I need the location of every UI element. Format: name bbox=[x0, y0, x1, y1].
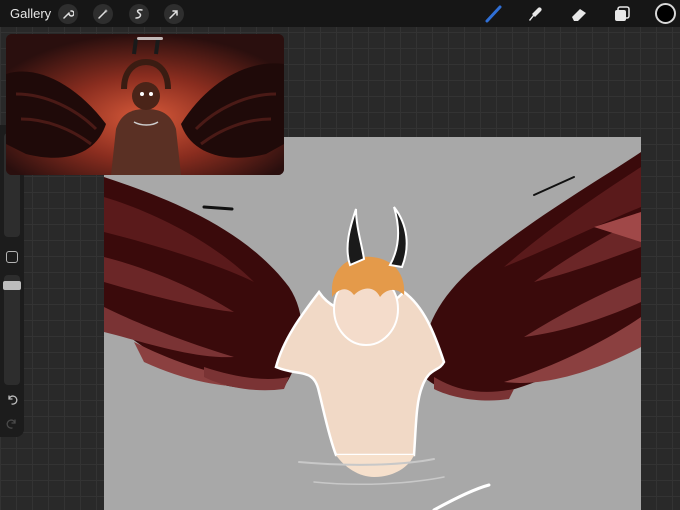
figure-body bbox=[274, 272, 446, 477]
reference-photo bbox=[6, 34, 284, 175]
brush-tool-button[interactable] bbox=[483, 3, 505, 25]
eraser-icon bbox=[572, 9, 586, 21]
brush-icon bbox=[485, 5, 502, 23]
reference-image-window[interactable] bbox=[6, 34, 284, 175]
color-picker-button[interactable] bbox=[655, 3, 676, 24]
redo-button[interactable] bbox=[5, 417, 19, 431]
layers-button[interactable] bbox=[611, 3, 633, 25]
top-toolbar: Gallery bbox=[0, 0, 680, 27]
magic-wand-icon bbox=[98, 9, 108, 19]
modify-button[interactable] bbox=[6, 251, 18, 263]
reference-drag-handle[interactable] bbox=[137, 37, 163, 40]
eraser-tool-button[interactable] bbox=[568, 3, 590, 25]
opacity-slider[interactable] bbox=[4, 275, 20, 385]
workspace[interactable]: Gallery bbox=[0, 0, 680, 510]
redo-icon bbox=[6, 419, 16, 429]
selection-icon bbox=[135, 9, 143, 19]
transform-button[interactable] bbox=[164, 4, 184, 24]
artwork-sketch bbox=[104, 152, 641, 510]
right-wing bbox=[423, 152, 641, 401]
drawing-canvas[interactable] bbox=[104, 137, 641, 510]
adjustments-button[interactable] bbox=[93, 4, 113, 24]
smudge-tool-button[interactable] bbox=[525, 3, 547, 25]
wrench-icon bbox=[63, 10, 74, 19]
actions-button[interactable] bbox=[58, 4, 78, 24]
left-wing bbox=[104, 177, 302, 391]
opacity-slider-thumb[interactable] bbox=[3, 281, 21, 290]
layers-icon bbox=[615, 6, 630, 21]
gallery-button[interactable]: Gallery bbox=[10, 6, 51, 21]
smudge-icon bbox=[529, 7, 542, 21]
selection-button[interactable] bbox=[129, 4, 149, 24]
undo-icon bbox=[8, 395, 18, 405]
transform-arrow-icon bbox=[169, 10, 178, 19]
undo-button[interactable] bbox=[5, 393, 19, 407]
